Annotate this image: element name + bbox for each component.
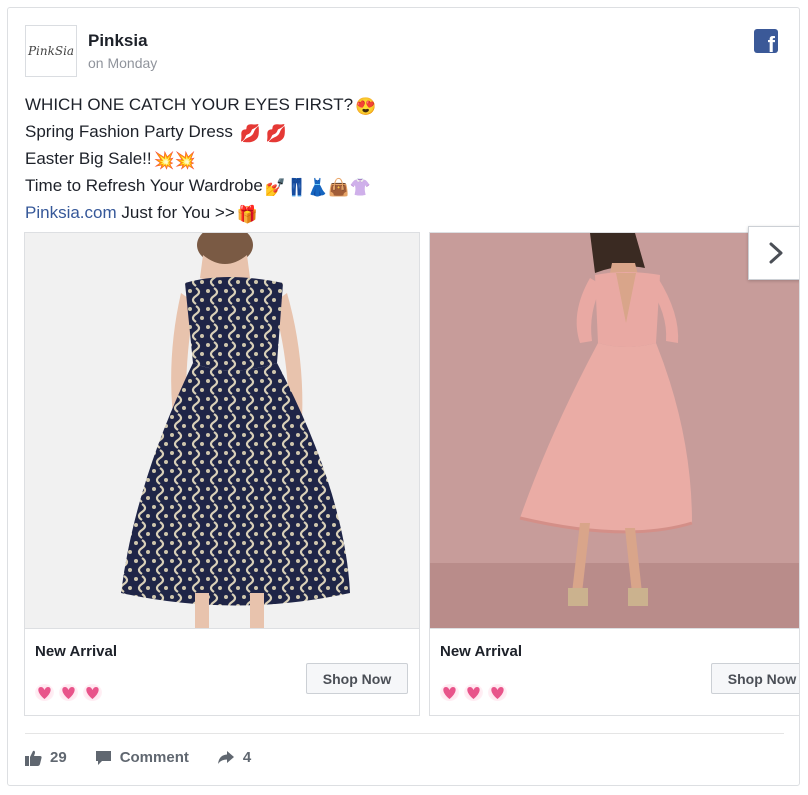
message-text: Just for You >> <box>116 203 235 222</box>
post-message: WHICH ONE CATCH YOUR EYES FIRST? 😍 Spring… <box>25 92 785 227</box>
message-line: Easter Big Sale!! 💥💥 <box>25 146 785 173</box>
chevron-right-icon <box>769 242 782 264</box>
card-title: New Arrival <box>440 643 522 660</box>
avatar-logo-text: PinkSia <box>27 44 75 58</box>
message-text: Spring Fashion Party Dress <box>25 122 233 141</box>
actions-divider <box>25 733 784 734</box>
message-line: Time to Refresh Your Wardrobe 💅👖👗👜👚 <box>25 173 785 200</box>
share-count: 4 <box>242 749 252 766</box>
product-carousel: New Arrival Shop Now New Arrival Shop No… <box>24 232 799 718</box>
message-line: Spring Fashion Party Dress 💋 💋 <box>25 119 785 146</box>
post-timestamp[interactable]: on Monday <box>88 55 157 71</box>
card-title: New Arrival <box>35 643 117 660</box>
card-footer: New Arrival Shop Now <box>25 628 419 716</box>
shop-now-button[interactable]: Shop Now <box>306 663 408 694</box>
facebook-icon: f <box>754 29 778 53</box>
share-button[interactable]: 4 <box>217 749 251 766</box>
facebook-post: PinkSia Pinksia on Monday f WHICH ONE CA… <box>7 7 800 786</box>
message-text: Time to Refresh Your Wardrobe <box>25 176 263 195</box>
card-footer: New Arrival Shop Now <box>430 628 799 716</box>
heart-icon <box>464 684 483 701</box>
card-hearts <box>440 684 507 701</box>
carousel-card[interactable]: New Arrival Shop Now <box>429 232 799 716</box>
heart-icon <box>83 684 102 701</box>
comment-icon <box>95 750 111 765</box>
comment-label: Comment <box>119 749 189 766</box>
pink-midi-dress-image[interactable] <box>430 233 799 628</box>
like-count: 29 <box>50 749 67 766</box>
share-arrow-icon <box>217 751 234 764</box>
carousel-card[interactable]: New Arrival Shop Now <box>24 232 420 716</box>
card-hearts <box>35 684 102 701</box>
page-avatar[interactable]: PinkSia <box>25 25 77 77</box>
heart-icon <box>440 684 459 701</box>
heart-icon <box>488 684 507 701</box>
like-button[interactable]: 29 <box>25 749 67 766</box>
message-line: WHICH ONE CATCH YOUR EYES FIRST? 😍 <box>25 92 785 119</box>
message-line: Pinksia.com Just for You >> 🎁 <box>25 200 785 227</box>
heart-eyes-emoji: 😍 <box>355 97 377 116</box>
carousel-next-button[interactable] <box>748 226 799 280</box>
wardrobe-emoji: 💅👖👗👜👚 <box>264 178 371 197</box>
message-text: WHICH ONE CATCH YOUR EYES FIRST? <box>25 95 354 114</box>
page-name[interactable]: Pinksia <box>88 31 148 51</box>
website-link[interactable]: Pinksia.com <box>25 203 117 222</box>
shop-now-button[interactable]: Shop Now <box>711 663 799 694</box>
comment-button[interactable]: Comment <box>95 749 189 766</box>
heart-icon <box>35 684 54 701</box>
message-text: Easter Big Sale!! <box>25 149 152 168</box>
burst-emoji: 💥💥 <box>153 151 196 170</box>
thumbs-up-icon <box>25 750 42 766</box>
post-actions: 29 Comment 4 <box>25 749 279 766</box>
heart-icon <box>59 684 78 701</box>
lips-emoji: 💋 💋 <box>239 124 287 143</box>
gift-emoji: 🎁 <box>236 205 258 224</box>
navy-lace-dress-image[interactable] <box>25 233 419 628</box>
